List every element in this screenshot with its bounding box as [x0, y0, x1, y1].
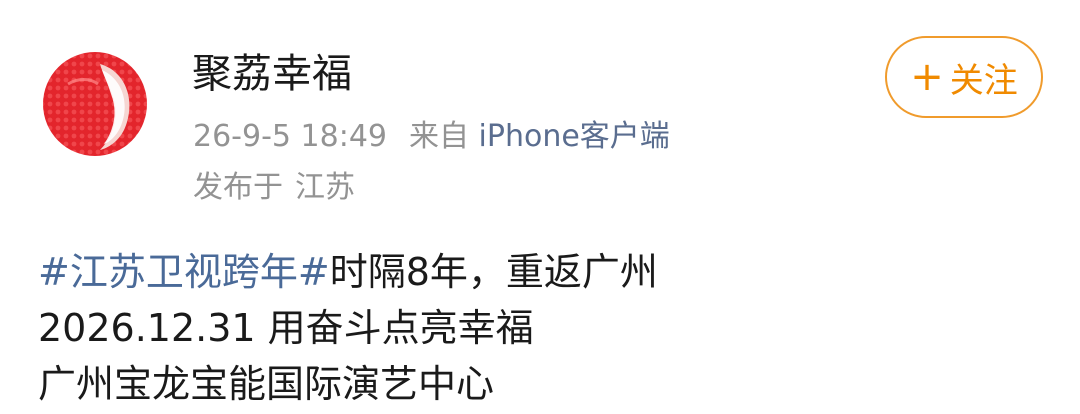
source-link[interactable]: iPhone客户端 — [479, 119, 670, 154]
username[interactable]: 聚荔幸福 — [192, 50, 352, 98]
post-location: 发布于 江苏 — [193, 168, 355, 208]
avatar[interactable] — [38, 44, 156, 162]
post-content: #江苏卫视跨年#时隔8年，重返广州 2026.12.31 用奋斗点亮幸福 广州宝… — [38, 244, 1048, 412]
location-value: 江苏 — [295, 170, 355, 205]
lychee-avatar-icon — [38, 44, 156, 162]
post-text: 时隔8年，重返广州 — [329, 250, 658, 294]
location-label: 发布于 — [193, 170, 283, 205]
post-time: 26-9-5 18:49 — [193, 119, 387, 154]
hashtag-link[interactable]: #江苏卫视跨年# — [38, 250, 330, 294]
post-line: 2026.12.31 用奋斗点亮幸福 — [38, 306, 534, 350]
follow-label: 关注 — [949, 60, 1018, 101]
source-label: 来自 — [409, 119, 469, 154]
plus-icon: + — [910, 54, 944, 100]
follow-button[interactable]: + 关注 — [885, 36, 1043, 118]
post-meta: 26-9-5 18:49 来自 iPhone客户端 — [193, 117, 670, 157]
post-line: 广州宝龙宝能国际演艺中心 — [38, 362, 495, 406]
post-line: #江苏卫视跨年#时隔8年，重返广州 — [38, 244, 1048, 300]
